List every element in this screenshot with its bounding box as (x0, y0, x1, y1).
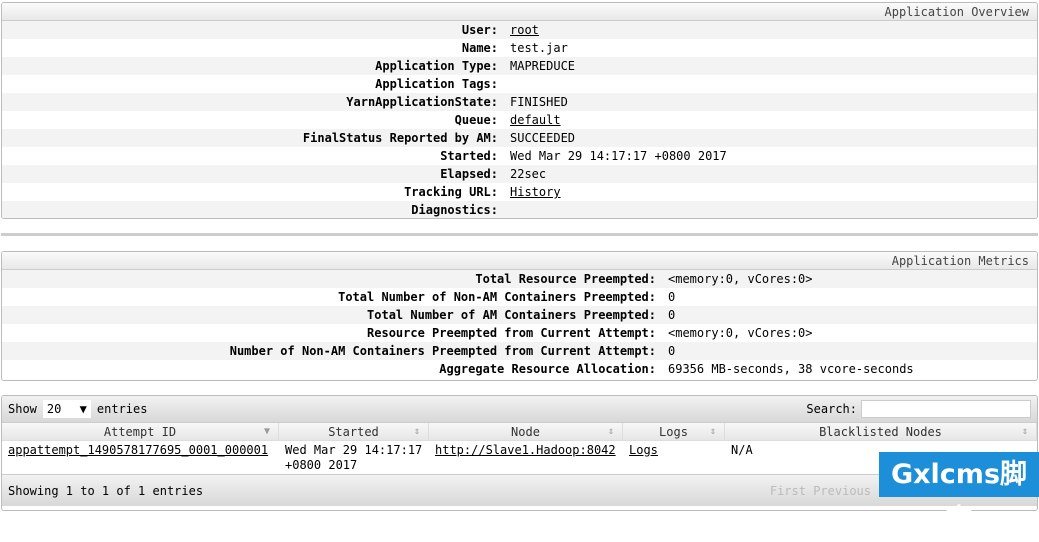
row-value: 22sec (510, 167, 547, 181)
row-link[interactable]: History (510, 183, 561, 201)
row-label: Diagnostics: (411, 203, 498, 217)
info-row: Aggregate Resource Allocation: 69356 MB-s… (2, 360, 1037, 378)
search-label: Search: (806, 402, 857, 416)
column-label: Blacklisted Nodes (819, 425, 942, 439)
info-row: Total Resource Preempted: <memory:0, vCor… (2, 270, 1037, 288)
logs-link[interactable]: Logs (623, 443, 725, 474)
column-label: Node (511, 425, 540, 439)
show-label: Show (8, 402, 37, 416)
page-size-select[interactable]: 20 ▼ (42, 400, 91, 418)
info-row: Total Number of AM Containers Preempted:… (2, 306, 1037, 324)
row-value: 0 (668, 308, 676, 322)
row-label: Tracking URL: (404, 185, 498, 199)
row-value (510, 201, 1037, 218)
row-value: SUCCEEDED (510, 131, 576, 145)
row-value: FINISHED (510, 95, 568, 109)
row-label: User: (461, 23, 498, 37)
column-header[interactable]: Node ⇕ (429, 423, 623, 440)
dropdown-arrow-icon: ▼ (79, 402, 87, 416)
row-label: Total Number of Non-AM Containers Preemp… (338, 290, 656, 304)
row-label: Application Tags: (375, 77, 498, 91)
row-label: Aggregate Resource Allocation: (439, 362, 656, 376)
application-metrics: Application Metrics Total Resource Preem… (1, 251, 1038, 381)
row-value: 69356 MB-seconds, 38 vcore-seconds (668, 362, 914, 376)
node-link[interactable]: http://Slave1.Hadoop:8042 (429, 443, 623, 474)
row-label: Application Type: (375, 59, 498, 73)
column-label: Started (328, 425, 379, 439)
row-label: Total Resource Preempted: (475, 272, 656, 286)
row-value: test.jar (510, 41, 568, 55)
column-label: Attempt ID (103, 425, 177, 439)
sort-icon: ⇕ (607, 426, 614, 437)
info-row: Application Tags: (2, 75, 1037, 93)
column-header[interactable]: Logs ⇕ (623, 423, 725, 440)
info-row: Elapsed: 22sec (2, 165, 1037, 183)
first-page-button[interactable]: First (770, 484, 806, 498)
divider (1, 233, 1038, 236)
entries-label: entries (96, 402, 148, 416)
row-link[interactable]: root (510, 21, 539, 39)
info-row: User: root (2, 21, 1037, 39)
info-row: YarnApplicationState: FINISHED (2, 93, 1037, 111)
column-header[interactable]: Blacklisted Nodes ⇕ (725, 423, 1037, 440)
info-row: FinalStatus Reported by AM: SUCCEEDED (2, 129, 1037, 147)
info-row: Application Type: MAPREDUCE (2, 57, 1037, 75)
column-label: Logs (659, 425, 688, 439)
row-label: YarnApplicationState: (346, 95, 498, 109)
info-row: Started: Wed Mar 29 14:17:17 +0800 2017 (2, 147, 1037, 165)
row-value: Wed Mar 29 14:17:17 +0800 2017 (510, 149, 727, 163)
row-label: Started: (440, 149, 498, 163)
row-value: <memory:0, vCores:0> (668, 326, 813, 340)
application-overview: Application Overview User: root Name: test.… (1, 2, 1038, 219)
row-label: Elapsed: (440, 167, 498, 181)
row-value: 0 (668, 290, 676, 304)
row-label: Number of Non-AM Containers Preempted fr… (229, 344, 656, 358)
started-cell: Wed Mar 29 14:17:17 +0800 2017 (285, 443, 423, 472)
sort-desc-icon: ▼ (263, 426, 270, 437)
info-row: Total Number of Non-AM Containers Preemp… (2, 288, 1037, 306)
column-header[interactable]: Attempt ID ▼ (2, 423, 279, 440)
info-row: Name: test.jar (2, 39, 1037, 57)
metrics-title: Application Metrics (2, 252, 1037, 270)
info-row: Resource Preempted from Current Attempt:… (2, 324, 1037, 342)
row-label: Resource Preempted from Current Attempt: (367, 326, 656, 340)
sort-icon: ⇕ (413, 426, 420, 437)
row-value: <memory:0, vCores:0> (668, 272, 813, 286)
info-row: Number of Non-AM Containers Preempted fr… (2, 342, 1037, 360)
attempt-id-link[interactable]: appattempt_1490578177695_0001_000001 (2, 443, 279, 474)
info-row: Diagnostics: (2, 201, 1037, 218)
row-link[interactable]: default (510, 111, 561, 129)
row-label: Queue: (454, 113, 498, 127)
row-value: MAPREDUCE (510, 59, 576, 73)
row-value: 0 (668, 344, 676, 358)
info-row: Queue: default (2, 111, 1037, 129)
column-header[interactable]: Started ⇕ (279, 423, 429, 440)
sort-icon: ⇕ (1021, 426, 1028, 437)
search-input[interactable] (861, 400, 1031, 418)
sort-icon: ⇕ (709, 426, 716, 437)
watermark-logo: Gxlcms脚本 (879, 452, 1039, 535)
previous-page-button[interactable]: Previous (813, 484, 871, 498)
row-value (510, 75, 1037, 93)
row-label: FinalStatus Reported by AM: (302, 131, 498, 145)
row-label: Total Number of AM Containers Preempted: (367, 308, 656, 322)
page-size-value: 20 (46, 402, 62, 416)
table-info: Showing 1 to 1 of 1 entries (8, 483, 204, 498)
row-label: Name: (461, 41, 498, 55)
overview-title: Application Overview (2, 3, 1037, 21)
info-row: Tracking URL: History (2, 183, 1037, 201)
